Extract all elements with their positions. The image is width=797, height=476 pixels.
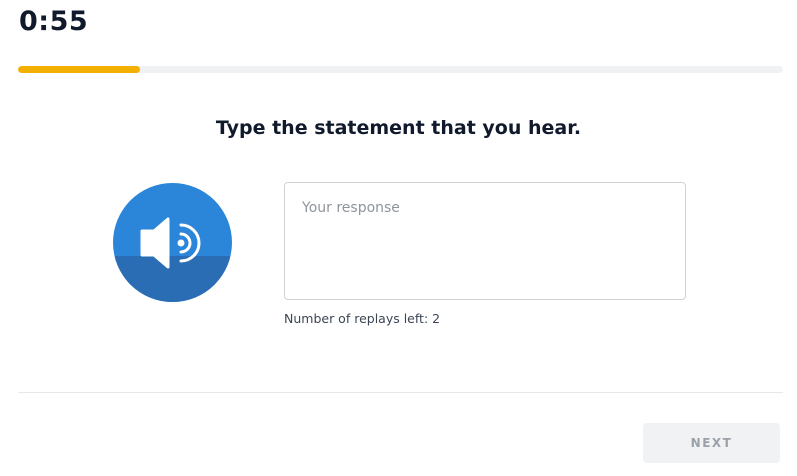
play-audio-button[interactable] (113, 183, 232, 302)
replays-left-text: Number of replays left: 2 (284, 311, 441, 326)
speaker-icon (140, 217, 201, 269)
response-input[interactable] (284, 182, 686, 300)
progress-bar (18, 66, 783, 73)
progress-fill (18, 66, 141, 73)
footer-divider (18, 392, 783, 393)
question-prompt: Type the statement that you hear. (215, 117, 582, 139)
next-button[interactable]: NEXT (643, 423, 780, 463)
timer: 0:55 (19, 6, 89, 37)
